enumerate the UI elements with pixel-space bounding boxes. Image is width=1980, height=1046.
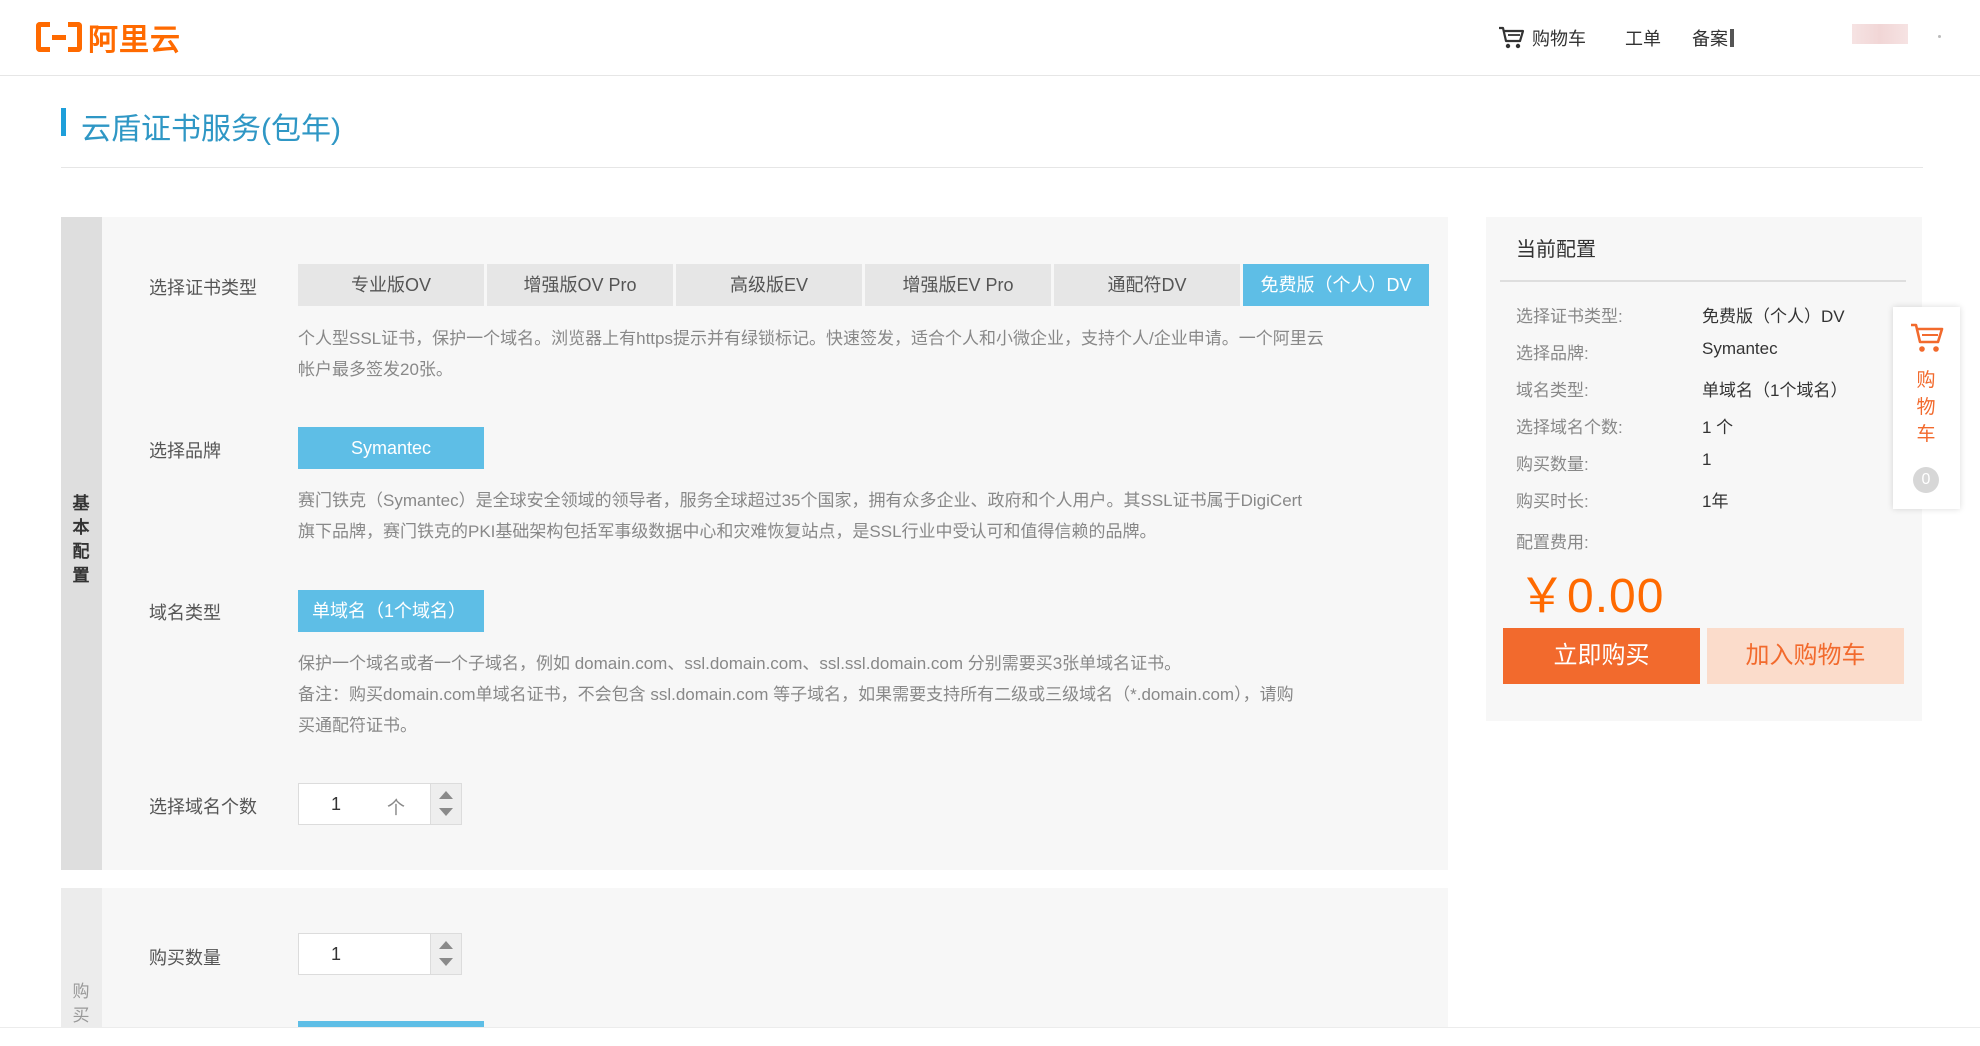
bottom-edge-line <box>0 1027 1980 1028</box>
summary-row-label: 购买数量: <box>1516 455 1589 474</box>
summary-row-value: 1 <box>1702 450 1712 469</box>
brand-symantec-button[interactable]: Symantec <box>298 427 484 469</box>
cert-type-label: 选择证书类型 <box>149 278 257 298</box>
tab-ov-pro[interactable]: 增强版OV Pro <box>487 264 673 306</box>
nav-ticket-label: 工单 <box>1625 29 1661 49</box>
domain-type-label: 域名类型 <box>149 603 221 623</box>
nav-record-label: 备案 <box>1692 29 1728 49</box>
domain-single-button[interactable]: 单域名（1个域名） <box>298 590 484 632</box>
summary-row-value: 单域名（1个域名） <box>1702 381 1848 400</box>
side-label-char: 基 <box>72 494 90 513</box>
side-label-char: 置 <box>72 566 90 585</box>
decrement-arrow-icon[interactable] <box>439 958 453 966</box>
quantity-label: 购买数量 <box>149 948 221 968</box>
quantity-stepper[interactable]: 1 <box>298 933 462 975</box>
title-accent-bar <box>61 108 66 136</box>
desc-line: 买通配符证书。 <box>298 716 417 735</box>
purchase-side-label: 购 买 <box>61 888 102 1028</box>
desc-line: 赛门铁克（Symantec）是全球安全领域的领导者，服务全球超过35个国家，拥有… <box>298 491 1303 510</box>
summary-row-value: 免费版（个人）DV <box>1702 307 1845 326</box>
side-label-char: 本 <box>72 518 90 537</box>
desc-line: 旗下品牌，赛门铁克的PKI基础架构包括军事级数据中心和灾难恢复站点，是SSL行业… <box>298 522 1157 541</box>
page-title: 云盾证书服务(包年) <box>81 113 341 146</box>
cart-label-char: 物 <box>1916 397 1936 418</box>
basic-config-side-label: 基 本 配 置 <box>61 217 102 870</box>
cart-label-char: 购 <box>1916 370 1936 391</box>
stepper-arrows <box>430 934 461 974</box>
title-divider <box>61 167 1923 168</box>
blurred-user-area[interactable] <box>1852 24 1908 44</box>
quantity-value[interactable]: 1 <box>331 944 341 965</box>
summary-title: 当前配置 <box>1516 239 1596 261</box>
domain-count-unit: 个 <box>387 798 405 818</box>
purchase-panel: 购 买 <box>61 888 1448 1028</box>
stepper-arrows <box>430 784 461 824</box>
domain-count-label: 选择域名个数 <box>149 797 257 817</box>
shopping-cart-icon <box>1911 323 1944 352</box>
floating-cart-label: 购 物 车 <box>1915 367 1937 448</box>
summary-row-value: Symantec <box>1702 339 1778 358</box>
side-label-char: 买 <box>72 1006 90 1025</box>
increment-arrow-icon[interactable] <box>439 791 453 799</box>
summary-row-label: 域名类型: <box>1516 381 1589 400</box>
domain-count-value[interactable]: 1 <box>331 794 341 815</box>
summary-row-label: 选择域名个数: <box>1516 418 1623 437</box>
fee-label: 配置费用: <box>1516 533 1589 552</box>
summary-row-value: 1 个 <box>1702 418 1734 437</box>
desc-line: 个人型SSL证书，保护一个域名。浏览器上有https提示并有绿锁标记。快速签发，… <box>298 329 1324 348</box>
summary-row-value: 1年 <box>1702 492 1729 511</box>
logo-text: 阿里云 <box>88 24 181 57</box>
summary-row-label: 选择品牌: <box>1516 344 1589 363</box>
nav-record-link[interactable]: 备案 <box>1692 24 1734 52</box>
cart-label-char: 车 <box>1916 424 1936 445</box>
buy-now-button[interactable]: 立即购买 <box>1503 628 1700 684</box>
shopping-cart-icon <box>1499 26 1525 49</box>
nav-cart-label: 购物车 <box>1532 29 1586 49</box>
desc-line: 帐户最多签发20张。 <box>298 360 453 379</box>
price-value: ￥0.00 <box>1518 570 1665 623</box>
current-config-summary: 当前配置 选择证书类型: 免费版（个人）DV 选择品牌: Symantec 域名… <box>1486 217 1922 721</box>
desc-line: 备注：购买domain.com单域名证书，不会包含 ssl.domain.com… <box>298 685 1294 704</box>
nav-cart-link[interactable]: 购物车 <box>1498 24 1586 52</box>
side-label-char: 购 <box>72 982 90 1001</box>
tab-ev-pro[interactable]: 增强版EV Pro <box>865 264 1051 306</box>
summary-row-label: 购买时长: <box>1516 492 1589 511</box>
tab-ev[interactable]: 高级版EV <box>676 264 862 306</box>
nav-dot <box>1938 35 1941 38</box>
domain-count-stepper[interactable]: 1 个 <box>298 783 462 825</box>
nav-ticket-link[interactable]: 工单 <box>1625 24 1661 52</box>
summary-row-label: 选择证书类型: <box>1516 307 1623 326</box>
cart-count-badge: 0 <box>1913 467 1939 493</box>
desc-line: 保护一个域名或者一个子域名，例如 domain.com、ssl.domain.c… <box>298 654 1182 673</box>
tab-free-dv[interactable]: 免费版（个人）DV <box>1243 264 1429 306</box>
aliyun-logo[interactable]: 阿里云 <box>36 20 181 57</box>
tab-ov[interactable]: 专业版OV <box>298 264 484 306</box>
brand-label: 选择品牌 <box>149 441 221 461</box>
domain-type-description: 保护一个域名或者一个子域名，例如 domain.com、ssl.domain.c… <box>298 648 1438 741</box>
aliyun-logo-icon <box>36 22 82 52</box>
summary-divider <box>1500 280 1906 282</box>
cert-type-tabs: 专业版OV 增强版OV Pro 高级版EV 增强版EV Pro 通配符DV 免费… <box>298 264 1432 306</box>
floating-cart-widget[interactable]: 购 物 车 0 <box>1893 307 1960 509</box>
top-navigation-bar: 阿里云 购物车 工单 备案 <box>0 0 1980 76</box>
side-label-char: 配 <box>72 542 90 561</box>
add-to-cart-button[interactable]: 加入购物车 <box>1707 628 1904 684</box>
tab-wildcard-dv[interactable]: 通配符DV <box>1054 264 1240 306</box>
cert-type-description: 个人型SSL证书，保护一个域名。浏览器上有https提示并有绿锁标记。快速签发，… <box>298 323 1438 385</box>
increment-arrow-icon[interactable] <box>439 941 453 949</box>
brand-description: 赛门铁克（Symantec）是全球安全领域的领导者，服务全球超过35个国家，拥有… <box>298 485 1438 547</box>
decrement-arrow-icon[interactable] <box>439 808 453 816</box>
